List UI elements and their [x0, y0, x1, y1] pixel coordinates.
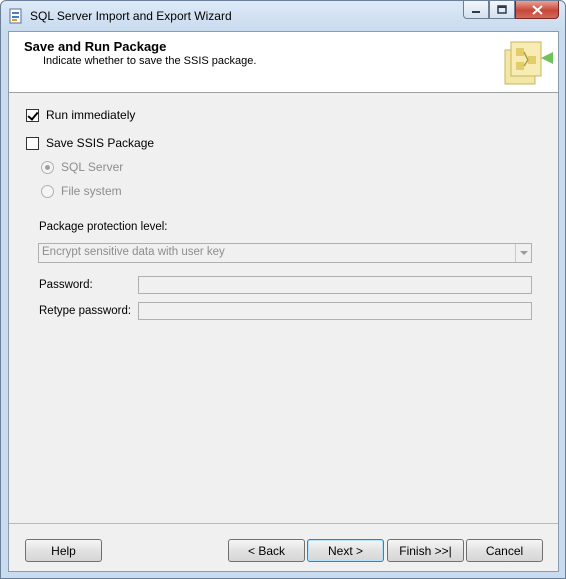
retype-password-field[interactable]	[138, 302, 532, 320]
maximize-button[interactable]	[489, 1, 515, 19]
next-button[interactable]: Next >	[307, 539, 384, 562]
retype-password-label: Retype password:	[39, 305, 132, 317]
protection-level-value: Encrypt sensitive data with user key	[42, 246, 225, 258]
run-immediately-option[interactable]: Run immediately	[26, 108, 135, 122]
caption-buttons	[463, 1, 559, 21]
run-immediately-checkbox[interactable]	[26, 108, 39, 122]
finish-button[interactable]: Finish >>|	[387, 539, 464, 562]
close-button[interactable]	[515, 1, 559, 19]
title-bar: SQL Server Import and Export Wizard	[1, 1, 565, 31]
package-wizard-icon	[504, 41, 553, 85]
close-icon	[531, 4, 543, 15]
window-title: SQL Server Import and Export Wizard	[30, 9, 232, 23]
help-button[interactable]: Help	[25, 539, 102, 562]
run-immediately-label: Run immediately	[46, 108, 136, 122]
cancel-button[interactable]: Cancel	[466, 539, 543, 562]
file-system-option[interactable]: File system	[41, 184, 122, 198]
sql-server-radio[interactable]	[41, 160, 54, 174]
save-ssis-package-checkbox[interactable]	[26, 136, 39, 150]
back-button[interactable]: < Back	[228, 539, 305, 562]
wizard-page: Save and Run Package Indicate whether to…	[8, 31, 559, 572]
wizard-window: SQL Server Import and Export Wizard Save…	[0, 0, 566, 579]
page-title: Save and Run Package	[24, 39, 167, 54]
minimize-icon	[472, 10, 480, 13]
chevron-down-icon[interactable]	[515, 244, 531, 262]
page-subtitle: Indicate whether to save the SSIS packag…	[43, 55, 257, 67]
password-label: Password:	[39, 279, 93, 291]
save-ssis-package-label: Save SSIS Package	[46, 136, 155, 150]
minimize-button[interactable]	[463, 1, 489, 19]
save-ssis-package-option[interactable]: Save SSIS Package	[26, 136, 154, 150]
footer-divider	[9, 523, 558, 524]
protection-level-label: Package protection level:	[39, 221, 168, 233]
maximize-icon	[497, 5, 507, 14]
sql-server-option[interactable]: SQL Server	[41, 160, 123, 174]
page-header: Save and Run Package Indicate whether to…	[9, 32, 558, 93]
sql-server-label: SQL Server	[61, 160, 124, 174]
password-field[interactable]	[138, 276, 532, 294]
protection-level-select[interactable]: Encrypt sensitive data with user key	[38, 243, 532, 263]
file-system-label: File system	[61, 184, 122, 198]
file-system-radio[interactable]	[41, 184, 54, 198]
wizard-app-icon	[9, 8, 22, 24]
